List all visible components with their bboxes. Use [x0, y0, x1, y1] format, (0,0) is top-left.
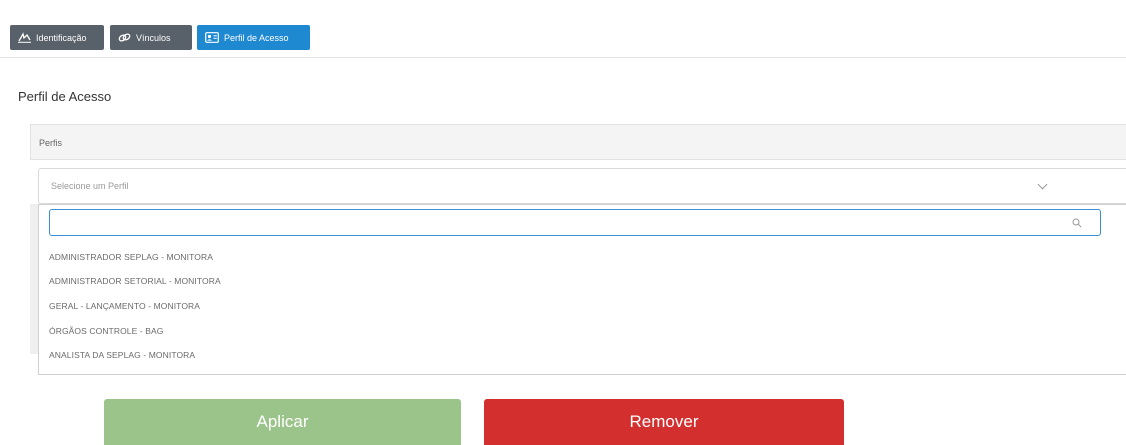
tab-perfil-de-acesso[interactable]: Perfil de Acesso [197, 25, 310, 50]
section-title: Perfil de Acesso [18, 89, 112, 104]
dropdown-option[interactable]: ADMINISTRADOR SETORIAL - MONITORA [49, 276, 221, 286]
link-icon [118, 32, 131, 43]
chevron-down-icon [1037, 179, 1048, 190]
tab-bar: Identificação Vínculos Perfil de Acesso [0, 22, 1126, 58]
dropdown-option[interactable]: GERAL - LANÇAMENTO - MONITORA [49, 301, 200, 311]
dropdown-option[interactable]: ANALISTA DA SEPLAG - MONITORA [49, 350, 195, 360]
signature-icon [18, 32, 31, 43]
tab-label: Perfil de Acesso [224, 32, 289, 43]
tab-vinculos[interactable]: Vínculos [110, 25, 192, 50]
dropdown-option[interactable]: ADMINISTRADOR SEPLAG - MONITORA [49, 252, 213, 262]
dropdown-search-input[interactable] [49, 209, 1101, 236]
dropdown-option[interactable]: ÓRGÃOS CONTROLE - BAG [49, 326, 164, 336]
select-placeholder: Selecione um Perfil [51, 181, 129, 191]
perfil-select[interactable]: Selecione um Perfil [38, 168, 1126, 204]
perfis-panel-header: Perfis [30, 124, 1126, 160]
tab-identificacao[interactable]: Identificação [10, 25, 104, 50]
id-card-icon [205, 32, 219, 43]
perfis-label: Perfis [39, 138, 63, 148]
select-dropdown: ADMINISTRADOR SEPLAG - MONITORA ADMINIST… [38, 204, 1126, 375]
search-icon [1072, 218, 1082, 228]
apply-button[interactable]: Aplicar [104, 399, 461, 445]
tab-label: Vínculos [136, 32, 171, 43]
panel-body-edge [30, 204, 38, 354]
remove-button[interactable]: Remover [484, 399, 844, 445]
tab-label: Identificação [36, 32, 87, 43]
